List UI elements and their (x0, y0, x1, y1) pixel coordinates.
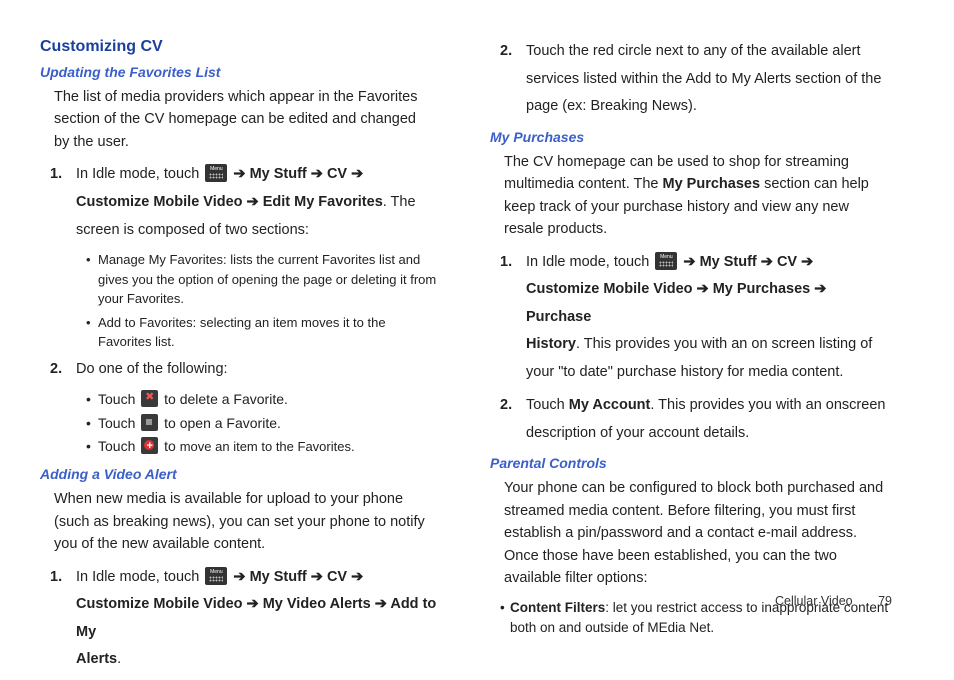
step-1-alert: 1. In Idle mode, touch ➔ My Stuff ➔ CV ➔… (76, 564, 442, 674)
intro-para: The list of media providers which appear… (54, 86, 432, 153)
nav-path-bold: Customize Mobile Video ➔ My Video Alerts… (76, 596, 436, 640)
nav-path-bold: Customize Mobile Video ➔ Edit My Favorit… (76, 194, 383, 210)
heading-my-purchases: My Purchases (490, 129, 892, 145)
step-text: Do one of the following: (76, 361, 228, 377)
step-text: Touch the red circle next to any of the … (526, 43, 881, 114)
step-text: . The (383, 194, 416, 210)
footer-section: Cellular Video (775, 594, 853, 608)
nav-path-bold: Customize Mobile Video ➔ My Purchases ➔ … (526, 281, 826, 325)
nav-path: ➔ My Stuff ➔ CV ➔ (683, 254, 813, 270)
page-footer: Cellular Video 79 (775, 594, 892, 608)
action-text-small: move an item to the Favorites. (180, 439, 355, 454)
step-number: 1. (50, 161, 62, 189)
step-text: screen is composed of two sections: (76, 222, 309, 238)
video-alert-para: When new media is available for upload t… (54, 488, 432, 555)
step-text: . This provides you with an on screen li… (526, 336, 872, 380)
step-1-purchase: 1. In Idle mode, touch ➔ My Stuff ➔ CV ➔… (526, 249, 892, 387)
add-icon (141, 437, 158, 454)
heading-updating-favorites: Updating the Favorites List (40, 64, 442, 80)
bullet-manage-favorites: Manage My Favorites: lists the current F… (98, 250, 442, 309)
heading-parental-controls: Parental Controls (490, 455, 892, 471)
action-text: to delete a Favorite. (164, 391, 288, 407)
parental-para: Your phone can be configured to block bo… (504, 477, 892, 589)
step-text: In Idle mode, touch (76, 569, 203, 585)
step-2-alert: 2. Touch the red circle next to any of t… (526, 38, 892, 121)
open-icon (141, 414, 158, 431)
bullet-delete: Touch to delete a Favorite. (98, 389, 442, 411)
step-number: 1. (500, 249, 512, 277)
bullet-move: Touch to move an item to the Favorites. (98, 436, 442, 458)
bold-text: My Purchases (663, 176, 761, 192)
bold-text: My Account (569, 397, 651, 413)
step-number: 2. (500, 392, 512, 420)
action-text: to (164, 438, 180, 454)
step-text: Touch (526, 397, 569, 413)
step-2: 2. Do one of the following: (76, 356, 442, 384)
purchases-para: The CV homepage can be used to shop for … (504, 151, 892, 241)
menu-icon (205, 567, 227, 585)
step-1: 1. In Idle mode, touch ➔ My Stuff ➔ CV ➔… (76, 161, 442, 244)
step-number: 1. (50, 564, 62, 592)
nav-path: ➔ My Stuff ➔ CV ➔ (233, 569, 363, 585)
touch-label: Touch (98, 438, 139, 454)
touch-label: Touch (98, 415, 139, 431)
step-text: In Idle mode, touch (526, 254, 653, 270)
step-number: 2. (500, 38, 512, 66)
bold-text: Content Filters (510, 600, 605, 615)
step-text: . (117, 651, 121, 667)
page-number: 79 (878, 594, 892, 608)
heading-video-alert: Adding a Video Alert (40, 466, 442, 482)
step-number: 2. (50, 356, 62, 384)
nav-path-bold: History (526, 336, 576, 352)
menu-icon (205, 164, 227, 182)
action-text: to open a Favorite. (164, 415, 281, 431)
heading-customizing-cv: Customizing CV (40, 38, 442, 56)
step-2-purchase: 2. Touch My Account. This provides you w… (526, 392, 892, 447)
menu-icon (655, 252, 677, 270)
nav-path-bold: Alerts (76, 651, 117, 667)
bullet-add-favorites: Add to Favorites: selecting an item move… (98, 313, 442, 352)
step-text: In Idle mode, touch (76, 166, 203, 182)
delete-icon (141, 390, 158, 407)
touch-label: Touch (98, 391, 139, 407)
bullet-open: Touch to open a Favorite. (98, 413, 442, 435)
nav-path: ➔ My Stuff ➔ CV ➔ (233, 166, 363, 182)
